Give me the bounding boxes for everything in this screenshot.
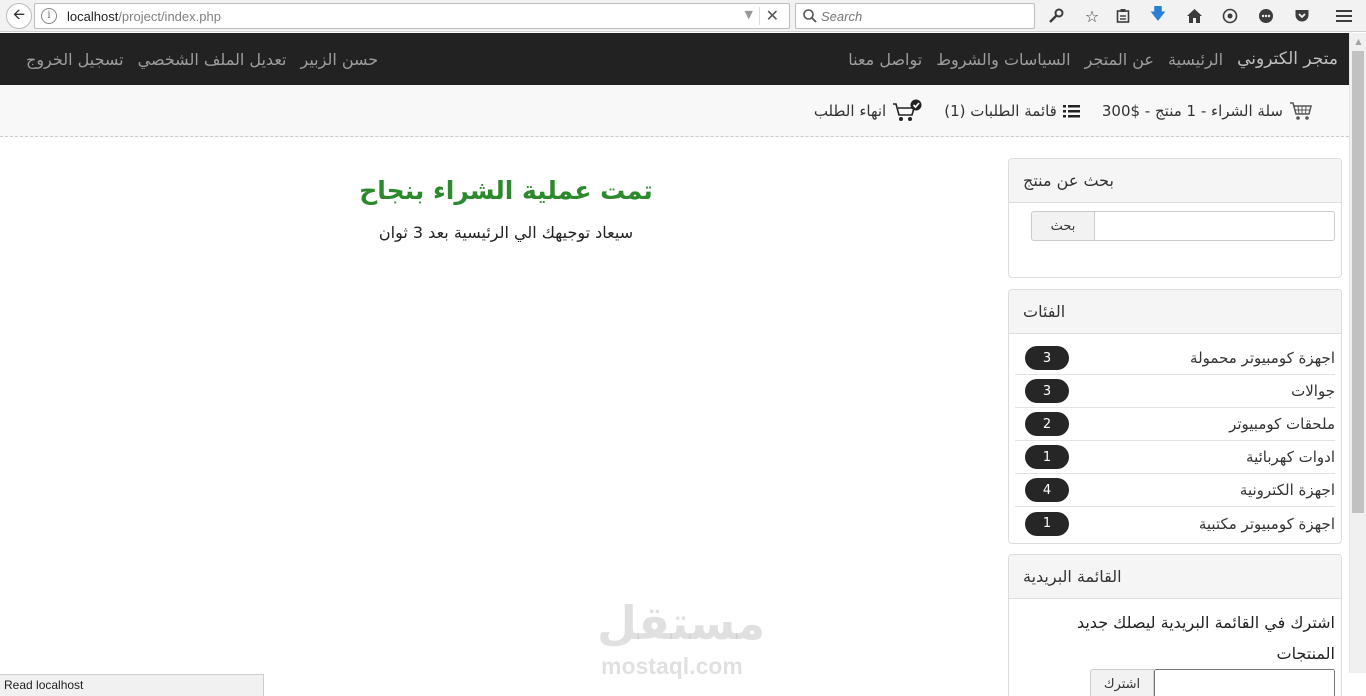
category-label: اجهزة كومبيوتر مكتبية — [1198, 514, 1335, 533]
nav-link-about[interactable]: عن المتجر — [1085, 50, 1154, 69]
orders-label: قائمة الطلبات (1) — [944, 102, 1057, 120]
list-icon — [1062, 104, 1080, 119]
edit-profile-link[interactable]: تعديل الملف الشخصي — [138, 50, 287, 69]
cart-check-icon — [892, 99, 922, 123]
count-badge: 4 — [1025, 478, 1069, 502]
watermark-logo-latin: mostaql.com — [601, 653, 743, 679]
download-icon[interactable]: 🡇 — [1148, 4, 1168, 26]
address-bar[interactable]: i localhost/project/index.php ▼ ✕ — [34, 3, 790, 29]
search-panel-title: بحث عن منتج — [1009, 159, 1341, 203]
chat-icon[interactable] — [1256, 6, 1276, 26]
bookmark-star-icon[interactable]: ☆ — [1082, 6, 1102, 26]
browser-toolbar: 🡨 i localhost/project/index.php ▼ ✕ Sear… — [0, 0, 1366, 32]
search-icon — [803, 9, 817, 23]
newsletter-form: اشترك — [1031, 669, 1335, 696]
search-placeholder: Search — [821, 9, 863, 24]
pocket-icon[interactable] — [1292, 6, 1312, 26]
shopping-cart-icon — [1289, 101, 1313, 121]
nav-link-home[interactable]: الرئيسية — [1168, 50, 1223, 69]
count-badge: 1 — [1025, 511, 1069, 536]
scroll-thumb[interactable] — [1352, 51, 1364, 513]
url-host: localhost — [67, 9, 119, 24]
close-icon[interactable]: ✕ — [766, 6, 779, 25]
user-nav: حسن الزبير تعديل الملف الشخصي تسجيل الخر… — [19, 33, 385, 85]
addon-icon[interactable] — [1220, 6, 1240, 26]
category-item-electrical-tools[interactable]: ادوات كهربائية 1 — [1015, 441, 1335, 474]
nav-link-policies[interactable]: السياسات والشروط — [936, 50, 1070, 69]
count-badge: 1 — [1025, 445, 1069, 469]
count-badge: 3 — [1025, 379, 1069, 403]
count-badge: 3 — [1025, 346, 1069, 370]
page-scrollbar[interactable]: ▲ — [1349, 33, 1366, 673]
subscribe-button[interactable]: اشترك — [1090, 669, 1154, 696]
scroll-up-icon[interactable]: ▲ — [1350, 33, 1366, 50]
newsletter-panel-title: القائمة البريدية — [1009, 555, 1341, 599]
categories-panel: الفئات اجهزة كومبيوتر محمولة 3 جوالات 3 … — [1008, 289, 1342, 544]
product-search-input[interactable] — [1095, 211, 1335, 241]
product-search-form: بحث — [1031, 211, 1335, 241]
watermark-logo-arabic: مستقل — [597, 596, 766, 650]
newsletter-description: اشترك في القائمة البريدية ليصلك جديد الم… — [1076, 613, 1335, 663]
home-icon[interactable] — [1184, 6, 1204, 26]
category-list: اجهزة كومبيوتر محمولة 3 جوالات 3 ملحقات … — [1009, 334, 1341, 542]
cart-summary: سلة الشراء - 1 منتج - $300 — [1101, 102, 1283, 120]
brand-link[interactable]: متجر الكتروني — [1237, 49, 1338, 69]
redirect-message: سيعاد توجيهك الي الرئيسية بعد 3 ثوان — [378, 223, 634, 242]
newsletter-panel: القائمة البريدية اشترك في القائمة البريد… — [1008, 554, 1342, 696]
cart-bar: سلة الشراء - 1 منتج - $300 قائمة الطلبات… — [0, 85, 1349, 137]
checkout-link[interactable]: انهاء الطلب — [814, 99, 922, 123]
chevron-down-icon[interactable]: ▼ — [745, 8, 753, 21]
category-item-accessories[interactable]: ملحقات كومبيوتر 2 — [1015, 408, 1335, 441]
main-nav: متجر الكتروني الرئيسية عن المتجر السياسا… — [841, 33, 1338, 85]
category-label: ملحقات كومبيوتر — [1229, 415, 1335, 433]
category-item-desktops[interactable]: اجهزة كومبيوتر مكتبية 1 — [1015, 507, 1335, 540]
category-item-phones[interactable]: جوالات 3 — [1015, 375, 1335, 408]
count-badge: 2 — [1025, 412, 1069, 436]
user-name-link[interactable]: حسن الزبير — [301, 50, 379, 69]
orders-link[interactable]: قائمة الطلبات (1) — [944, 102, 1080, 120]
logout-link[interactable]: تسجيل الخروج — [26, 50, 124, 69]
menu-icon[interactable] — [1334, 6, 1354, 26]
purchase-success-title: تمت عملية الشراء بنجاح — [359, 176, 653, 205]
search-panel: بحث عن منتج بحث — [1008, 158, 1342, 278]
wrench-icon[interactable] — [1046, 6, 1066, 26]
cart-link[interactable]: سلة الشراء - 1 منتج - $300 — [1102, 101, 1313, 121]
url-text: localhost/project/index.php — [67, 9, 221, 24]
info-icon[interactable]: i — [41, 8, 57, 24]
search-button[interactable]: بحث — [1031, 211, 1095, 241]
category-label: جوالات — [1291, 382, 1335, 400]
category-label: ادوات كهربائية — [1246, 448, 1335, 466]
browser-search-bar[interactable]: Search — [795, 3, 1035, 29]
site-navbar: متجر الكتروني الرئيسية عن المتجر السياسا… — [0, 33, 1349, 85]
divider — [759, 7, 760, 25]
back-button[interactable]: 🡨 — [6, 3, 32, 29]
category-item-laptops[interactable]: اجهزة كومبيوتر محمولة 3 — [1015, 342, 1335, 375]
category-label: اجهزة كومبيوتر محمولة — [1190, 349, 1335, 367]
arrow-left-icon: 🡨 — [12, 4, 26, 23]
clipboard-icon[interactable] — [1113, 6, 1133, 26]
category-label: اجهزة الكترونية — [1239, 481, 1335, 499]
newsletter-email-input[interactable] — [1154, 669, 1335, 696]
nav-link-contact[interactable]: تواصل معنا — [848, 50, 922, 69]
url-path: /project/index.php — [118, 9, 221, 24]
category-item-electronics[interactable]: اجهزة الكترونية 4 — [1015, 474, 1335, 507]
categories-panel-title: الفئات — [1009, 290, 1341, 334]
browser-status-bar: Read localhost — [0, 674, 264, 696]
checkout-label: انهاء الطلب — [813, 102, 887, 120]
